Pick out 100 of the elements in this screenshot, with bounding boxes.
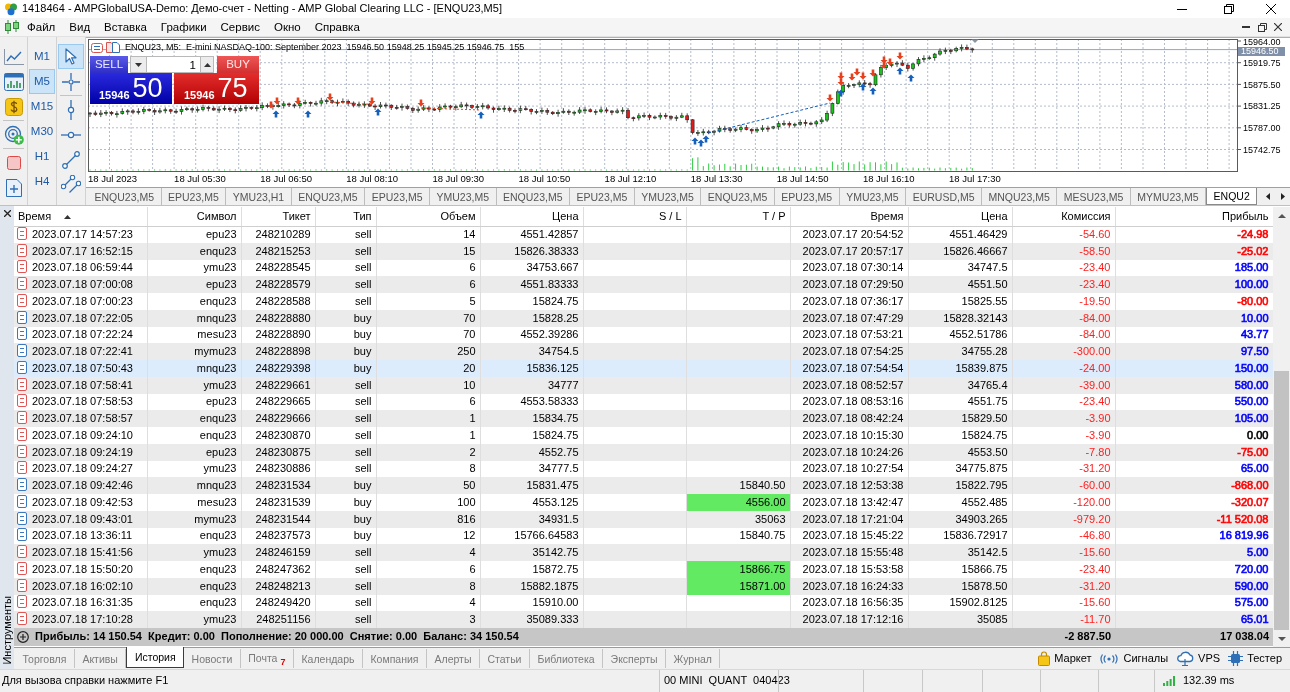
tool-button[interactable] <box>58 44 84 69</box>
column-header[interactable]: Время <box>14 207 147 226</box>
column-header[interactable]: Объем <box>376 207 480 226</box>
column-header[interactable]: Цена <box>480 207 583 226</box>
table-row[interactable]: 2023.07.18 16:02:10 enqu23 248248213 sell 8 15882.1875 15871.00 2023.07.18 16:24:33 15878.50 -31.20 590.00 <box>14 577 1273 595</box>
table-row[interactable]: 2023.07.18 09:42:53 mesu23 248231539 buy 100 4553.125 4556.00 2023.07.18 13:42:47 4552.485 -120.00 -320.07 <box>14 494 1273 511</box>
table-row[interactable]: 2023.07.18 07:00:23 enqu23 248228588 sell 5 15824.75 2023.07.18 07:36:17 15825.55 -19.50 -80.00 <box>14 293 1273 310</box>
chart-tab[interactable]: ENQU23,M5 <box>496 188 571 205</box>
chart-tab[interactable]: EPU23,M5 <box>365 188 430 205</box>
chart-tab[interactable]: EPU23,M5 <box>774 188 840 205</box>
chart-tab[interactable]: YMU23,M5 <box>634 188 702 205</box>
document-plus-icon[interactable] <box>5 178 22 197</box>
panel-tab[interactable]: Библиотека <box>530 649 604 668</box>
timeframe-button[interactable]: H4 <box>29 169 55 194</box>
market-link[interactable]: Маркет <box>1034 651 1096 666</box>
timeframe-button[interactable]: M30 <box>29 119 55 144</box>
panel-tab[interactable]: Новости <box>184 649 241 668</box>
table-cell: 35063 <box>686 510 790 528</box>
chart-tab[interactable]: EURUSD,M5 <box>906 188 982 205</box>
vps-link[interactable]: VPS <box>1172 651 1225 666</box>
table-row[interactable]: 2023.07.18 07:22:05 mnqu23 248228880 buy 70 15828.25 2023.07.18 07:47:29 15828.32143 -84.00 10.00 <box>14 309 1273 327</box>
caret-up-icon[interactable] <box>1277 213 1286 218</box>
close-icon[interactable] <box>1274 23 1282 31</box>
panel-tab[interactable]: Алерты <box>427 649 480 668</box>
timeframe-button[interactable]: M5 <box>29 69 55 94</box>
panel-tab[interactable]: Журнал <box>666 649 721 668</box>
panel-tab[interactable]: История <box>126 647 185 668</box>
panel-tab[interactable]: Почта $_{7}$ <box>240 649 294 668</box>
time-label: 18 Jul 06:50 <box>260 173 312 184</box>
timeframe-button[interactable]: M1 <box>29 44 55 69</box>
panel-tab[interactable]: Компания <box>362 649 427 668</box>
timeframe-button[interactable]: M15 <box>29 94 55 119</box>
table-row[interactable]: 2023.07.18 09:24:19 epu23 248230875 sell 2 4552.75 2023.07.18 10:24:26 4553.50 -7.80 -75.00 <box>14 443 1273 461</box>
dollar-icon[interactable] <box>4 97 23 116</box>
triangle-marker-icon[interactable] <box>971 39 979 43</box>
restore-icon[interactable] <box>1223 4 1234 14</box>
table-row[interactable]: 2023.07.18 09:43:01 mymu23 248231544 buy 816 34931.5 35063 2023.07.18 17:21:04 34903.265 -979.20 -11 520.08 <box>14 510 1273 528</box>
table-row[interactable]: 2023.07.18 15:50:20 enqu23 248247362 sell 6 15872.75 15866.75 2023.07.18 15:53:58 15866.75 -23.40 720.00 <box>14 561 1273 578</box>
menu-item[interactable]: Вставка <box>97 18 154 36</box>
caret-down-icon[interactable] <box>1277 636 1286 641</box>
column-header[interactable]: T / P <box>686 207 790 226</box>
column-header[interactable]: Прибыль <box>1115 207 1273 226</box>
tester-link[interactable]: Тестер <box>1224 651 1286 666</box>
table-row[interactable]: 2023.07.18 09:24:10 enqu23 248230870 sell 1 15824.75 2023.07.18 10:15:30 15824.75 -3.90 0.00 <box>14 427 1273 444</box>
menu-item[interactable]: Вид <box>62 18 98 36</box>
table-row[interactable]: 2023.07.18 07:50:43 mnqu23 248229398 buy 20 15836.125 2023.07.18 07:54:54 15839.875 -24.00 150.00 <box>14 360 1273 377</box>
table-row[interactable]: 2023.07.18 17:10:28 ymu23 248251156 sell 3 35089.333 2023.07.18 17:12:16 35085 -11.70 65.01 <box>14 611 1273 628</box>
menu-item[interactable]: Файл <box>20 18 63 36</box>
target-plus-icon[interactable] <box>3 124 24 145</box>
table-row[interactable]: 2023.07.17 14:57:23 epu23 248210289 sell 14 4551.42857 2023.07.17 20:54:52 4551.46429 -54.60 -24.98 <box>14 226 1273 243</box>
chart-tab[interactable]: YMU23,M5 <box>430 188 497 205</box>
close-icon[interactable] <box>1266 4 1276 14</box>
panel-tab[interactable]: Календарь <box>293 649 363 668</box>
caret-left-icon[interactable] <box>1265 193 1270 200</box>
column-header[interactable]: Цена <box>908 207 1012 226</box>
chart-window-icon[interactable] <box>3 72 24 91</box>
column-header[interactable]: Время <box>790 207 908 226</box>
column-header[interactable]: S / L <box>583 207 686 226</box>
column-header[interactable]: Тип <box>315 207 376 226</box>
chart-tab[interactable]: ENQU23,M5 <box>701 188 775 205</box>
panel-tab[interactable]: Статьи <box>479 649 530 668</box>
chart-tab[interactable]: YMU23,M5 <box>839 188 907 205</box>
column-header[interactable]: Комиссия <box>1012 207 1115 226</box>
menu-item[interactable]: Сервис <box>213 18 267 36</box>
chart-tab[interactable]: ENQU2 <box>1206 188 1258 205</box>
price-label: 15964.00 <box>1243 38 1281 47</box>
line-chart-icon[interactable] <box>3 48 24 65</box>
table-row[interactable]: 2023.07.17 16:52:15 enqu23 248215253 sell 15 15826.38333 2023.07.17 20:57:17 15826.46667 -58.50 -25.02 <box>14 242 1273 260</box>
menu-item[interactable]: Окно <box>266 18 308 36</box>
panel-tab[interactable]: Эксперты <box>603 649 667 668</box>
table-row[interactable]: 2023.07.18 07:00:08 epu23 248228579 sell 6 4551.83333 2023.07.18 07:29:50 4551.50 -23.40 100.00 <box>14 276 1273 293</box>
chart-tab[interactable]: ENQU23,M5 <box>88 188 162 205</box>
chart-tab[interactable]: EPU23,M5 <box>570 188 635 205</box>
chart-tab[interactable]: YMU23,H1 <box>226 188 292 205</box>
signals-link[interactable]: Сигналы <box>1095 651 1173 666</box>
restore-icon[interactable] <box>1257 22 1267 32</box>
table-row[interactable]: 2023.07.18 07:22:41 mymu23 248228898 buy 250 34754.5 2023.07.18 07:54:25 34755.28 -300.00 97.50 <box>14 343 1273 360</box>
candlestick-icon[interactable] <box>4 19 20 35</box>
menu-item[interactable]: Графики <box>153 18 214 36</box>
panel-tab[interactable]: Торговля <box>15 649 75 668</box>
timeframe-button[interactable]: H1 <box>29 144 55 169</box>
column-header[interactable]: Тикет <box>241 207 315 226</box>
table-row[interactable]: 2023.07.18 07:58:57 enqu23 248229666 sell 1 15834.75 2023.07.18 08:42:24 15829.50 -3.90 105.00 <box>14 410 1273 427</box>
plus-circle-icon[interactable] <box>17 631 29 643</box>
menu-item[interactable]: Справка <box>307 18 367 36</box>
chart-tab[interactable]: EPU23,M5 <box>161 188 227 205</box>
column-header[interactable]: Символ <box>147 207 241 226</box>
table-cell: 10 <box>376 376 480 394</box>
close-icon[interactable] <box>3 210 11 217</box>
chart-tab[interactable]: MESU23,M5 <box>1057 188 1131 205</box>
table-row[interactable]: 2023.07.18 09:42:46 mnqu23 248231534 buy 50 15831.475 15840.50 2023.07.18 12:53:38 15822.795 -60.00 -868.00 <box>14 477 1273 494</box>
square-icon[interactable] <box>6 155 21 170</box>
chart-tab[interactable]: ENQU23,M5 <box>291 188 366 205</box>
table-row[interactable]: 2023.07.18 15:41:56 ymu23 248246159 sell 4 35142.75 2023.07.18 15:55:48 35142.5 -15.60 5.00 <box>14 544 1273 561</box>
document-icon <box>17 310 27 324</box>
table-cell: 2023.07.18 07:22:05 <box>32 311 133 324</box>
scrollbar-thumb[interactable] <box>1274 371 1289 630</box>
minimize-icon[interactable] <box>1176 8 1187 10</box>
caret-right-icon[interactable] <box>1280 193 1285 200</box>
chart-tab[interactable]: MNQU23,M5 <box>982 188 1058 205</box>
